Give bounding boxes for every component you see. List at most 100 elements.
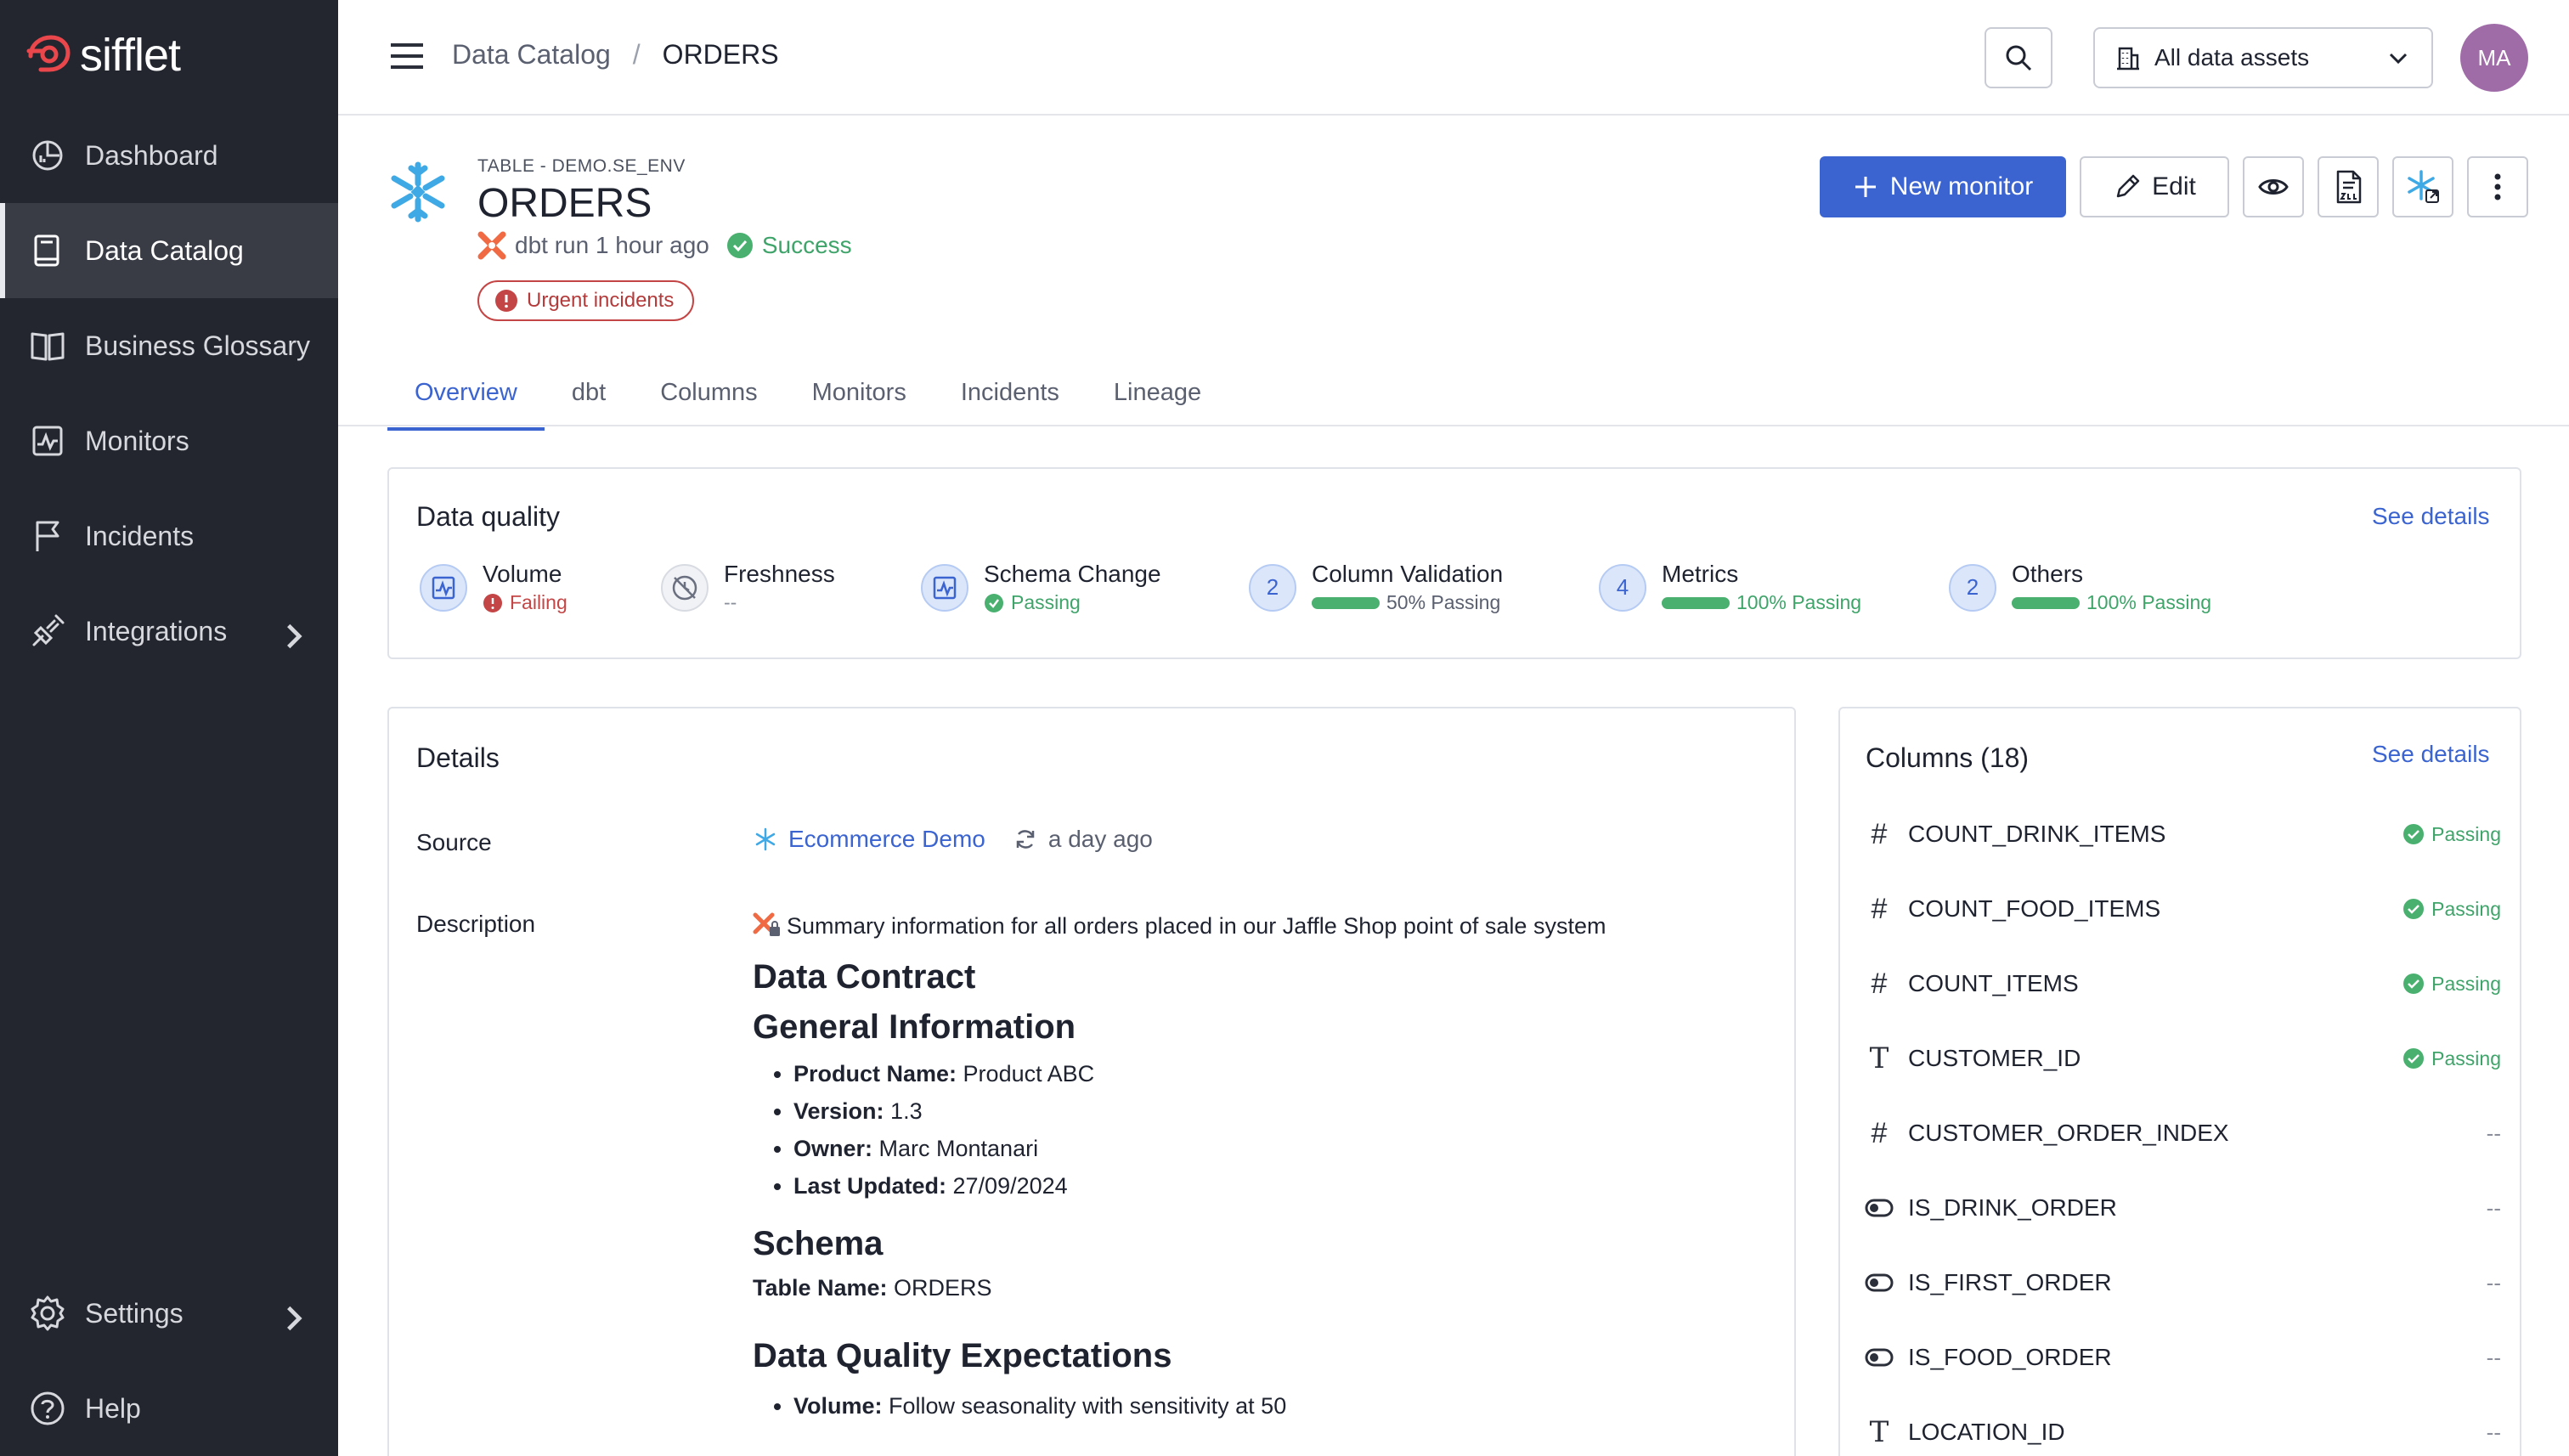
dq-others-name: Others (2012, 561, 2084, 587)
pencil-icon (2116, 174, 2140, 198)
search-icon (2006, 45, 2032, 71)
new-monitor-button[interactable]: New monitor (1820, 156, 2066, 217)
column-row[interactable]: IS_FIRST_ORDER -- (1862, 1245, 2501, 1320)
sql-query-button[interactable] (2318, 156, 2379, 217)
tab-columns[interactable]: Columns (633, 374, 784, 431)
dq-metrics-name: Metrics (1662, 561, 1739, 587)
data-quality-title: Data quality (416, 501, 560, 532)
details-title: Details (416, 742, 500, 773)
table-name-key: Table Name: (753, 1275, 888, 1301)
sidebar-item-monitors[interactable]: Monitors (0, 393, 338, 488)
column-row[interactable]: T LOCATION_ID -- (1862, 1395, 2501, 1456)
column-name: CUSTOMER_ID (1908, 1045, 2081, 1071)
help-icon (31, 1391, 65, 1425)
dq-volume[interactable]: Volume Failing (420, 561, 567, 614)
dbt-icon (477, 231, 506, 260)
alert-icon (495, 290, 517, 312)
edit-button[interactable]: Edit (2080, 156, 2229, 217)
number-type-icon: # (1871, 1116, 1888, 1149)
others-count: 2 (1949, 563, 1996, 612)
column-name: LOCATION_ID (1908, 1419, 2065, 1445)
heading-data-quality-expectations: Data Quality Expectations (753, 1337, 1172, 1374)
dq-column-validation-name: Column Validation (1312, 561, 1504, 587)
book-icon (31, 332, 65, 361)
list-item: Owner: Marc Montanari (793, 1130, 1755, 1167)
tab-monitors[interactable]: Monitors (785, 374, 934, 431)
column-row[interactable]: T CUSTOMER_ID Passing (1862, 1021, 2501, 1096)
list-item-value: 27/09/2024 (946, 1173, 1068, 1199)
number-type-icon: # (1871, 967, 1888, 1000)
data-quality-see-details-link[interactable]: See details (2372, 503, 2490, 530)
text-type-icon: T (1869, 1041, 1889, 1075)
edit-label: Edit (2152, 172, 2196, 200)
logo[interactable]: sifflet (25, 29, 181, 82)
dbt-run-status: dbt run 1 hour ago Success (477, 231, 852, 260)
dq-others[interactable]: 2 Others 100% Passing (1949, 561, 2211, 614)
heading-schema: Schema (753, 1225, 884, 1262)
column-status-text: Passing (2431, 972, 2501, 995)
column-row[interactable]: IS_DRINK_ORDER -- (1862, 1171, 2501, 1245)
sidebar-item-dashboard[interactable]: Dashboard (0, 108, 338, 203)
open-in-snowflake-button[interactable] (2392, 156, 2453, 217)
column-row[interactable]: # COUNT_ITEMS Passing (1862, 946, 2501, 1021)
dq-schema-change[interactable]: Schema Change Passing (921, 561, 1161, 614)
asset-filter-select[interactable]: All data assets (2093, 27, 2433, 88)
number-type-icon: # (1871, 817, 1888, 850)
tab-incidents[interactable]: Incidents (934, 374, 1087, 431)
tab-overview[interactable]: Overview (387, 374, 545, 431)
column-status: Passing (2402, 898, 2501, 921)
list-item: Product Name: Product ABC (793, 1055, 1755, 1092)
avatar[interactable]: MA (2460, 24, 2528, 92)
column-row[interactable]: # COUNT_DRINK_ITEMS Passing (1862, 797, 2501, 872)
dq-schema-change-status-text: Passing (1011, 591, 1081, 613)
sidebar-item-settings[interactable]: Settings (0, 1266, 338, 1361)
column-row[interactable]: IS_FOOD_ORDER -- (1862, 1320, 2501, 1395)
breadcrumb: Data Catalog / ORDERS (452, 39, 779, 71)
menu-icon[interactable] (389, 42, 425, 70)
dq-freshness[interactable]: Freshness -- (661, 561, 835, 614)
sidebar-item-integrations[interactable]: Integrations (0, 584, 338, 679)
chevron-down-icon (2389, 53, 2408, 65)
dq-column-validation[interactable]: 2 Column Validation 50% Passing (1249, 561, 1503, 614)
more-options-button[interactable] (2467, 156, 2528, 217)
sidebar-item-label: Settings (85, 1297, 184, 1329)
volume-monitor-icon (420, 563, 467, 612)
list-item-value: Marc Montanari (872, 1136, 1039, 1161)
watch-button[interactable] (2243, 156, 2304, 217)
sql-file-icon (2336, 170, 2362, 204)
dq-others-status: 100% Passing (2012, 591, 2211, 614)
columns-see-details-link[interactable]: See details (2372, 741, 2490, 768)
dq-metrics[interactable]: 4 Metrics 100% Passing (1599, 561, 1861, 614)
sidebar-item-data-catalog[interactable]: Data Catalog (0, 203, 338, 298)
urgent-incidents-badge[interactable]: Urgent incidents (477, 280, 695, 321)
tab-lineage[interactable]: Lineage (1087, 374, 1228, 431)
dq-metrics-status: 100% Passing (1662, 591, 1861, 614)
dq-expectations-list: Volume: Follow seasonality with sensitiv… (793, 1387, 1755, 1425)
search-button[interactable] (1985, 27, 2052, 88)
list-item-key: Last Updated: (793, 1173, 947, 1199)
breadcrumb-data-catalog[interactable]: Data Catalog (452, 39, 611, 71)
check-circle-icon (2403, 1048, 2425, 1069)
source-updated-time: a day ago (1047, 826, 1153, 852)
source-link[interactable]: Ecommerce Demo (788, 826, 985, 853)
column-row[interactable]: # COUNT_FOOD_ITEMS Passing (1862, 872, 2501, 946)
column-row[interactable]: # CUSTOMER_ORDER_INDEX -- (1862, 1096, 2501, 1171)
sidebar-item-label: Integrations (85, 615, 228, 646)
column-name: COUNT_DRINK_ITEMS (1908, 821, 2166, 847)
refresh-icon (1016, 830, 1035, 849)
snowflake-external-icon (2408, 170, 2439, 203)
metrics-count: 4 (1599, 563, 1646, 612)
dashboard-icon (32, 140, 63, 171)
sidebar-item-incidents[interactable]: Incidents (0, 488, 338, 584)
sidebar-item-help[interactable]: Help (0, 1361, 338, 1456)
heading-general-information: General Information (753, 1008, 1076, 1046)
tab-dbt[interactable]: dbt (545, 374, 633, 431)
column-name: COUNT_ITEMS (1908, 970, 2079, 996)
column-status: Passing (2402, 823, 2501, 846)
sidebar-item-business-glossary[interactable]: Business Glossary (0, 298, 338, 393)
dq-volume-name: Volume (483, 561, 562, 587)
dq-schema-change-status: Passing (984, 591, 1161, 614)
catalog-icon (34, 234, 59, 267)
asset-kind: TABLE - DEMO.SE_ENV (477, 156, 686, 176)
sidebar-item-label: Data Catalog (85, 234, 244, 266)
